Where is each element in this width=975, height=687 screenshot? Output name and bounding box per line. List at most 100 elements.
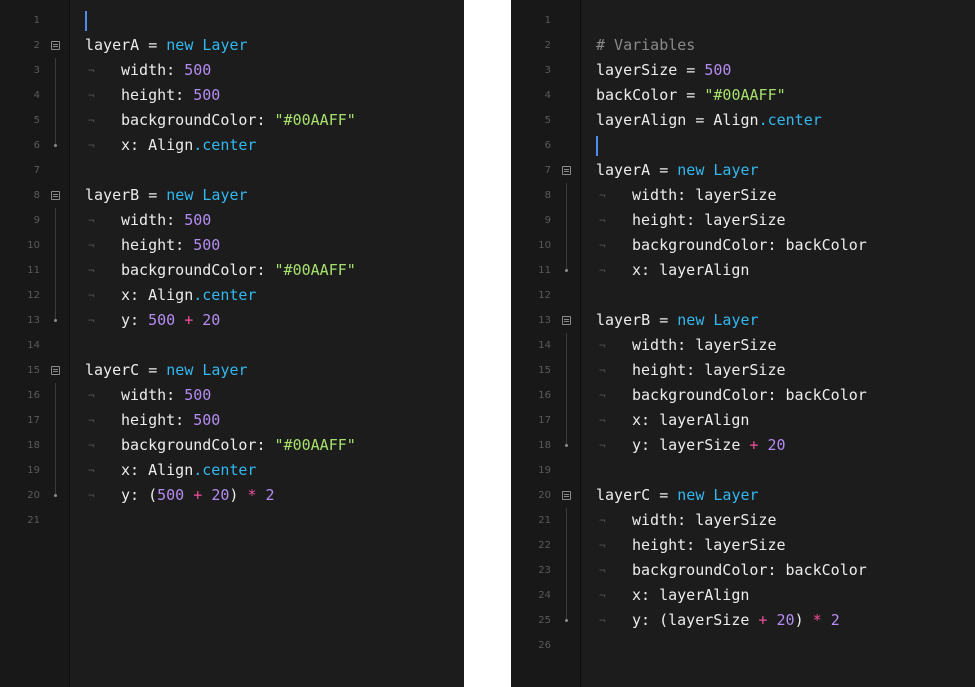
fold-marker-icon[interactable] (51, 191, 60, 200)
code-text[interactable]: width: layerSize (632, 508, 777, 533)
code-line[interactable]: 3 layerSize = 500 (511, 58, 975, 83)
code-text[interactable]: layerB = new Layer (85, 183, 248, 208)
code-line[interactable]: 1 (511, 8, 975, 33)
fold-end-dot-icon (54, 319, 57, 322)
left-code-editor[interactable]: 1 2 layerA = new Layer 3 ¬ width: 500 4 ¬ height… (0, 0, 464, 687)
code-line[interactable]: 17 ¬ height: 500 (0, 408, 464, 433)
code-line[interactable]: 7 layerA = new Layer (511, 158, 975, 183)
code-line[interactable]: 11 ¬ x: layerAlign (511, 258, 975, 283)
code-text[interactable]: width: 500 (121, 208, 211, 233)
code-text[interactable]: layerC = new Layer (596, 483, 759, 508)
code-line[interactable]: 13 ¬ y: 500 + 20 (0, 308, 464, 333)
code-lines[interactable]: 1 2 # Variables 3 layerSize = 500 4 backColor … (511, 8, 975, 658)
code-text[interactable]: y: (layerSize + 20) * 2 (632, 608, 840, 633)
code-line[interactable]: 10 ¬ height: 500 (0, 233, 464, 258)
code-line[interactable]: 19 ¬ x: Align.center (0, 458, 464, 483)
code-line[interactable]: 9 ¬ width: 500 (0, 208, 464, 233)
code-text[interactable]: height: layerSize (632, 533, 786, 558)
code-line[interactable]: 8 ¬ width: layerSize (511, 183, 975, 208)
code-line[interactable]: 21 ¬ width: layerSize (511, 508, 975, 533)
code-text[interactable]: layerSize = 500 (596, 58, 731, 83)
code-text[interactable]: width: layerSize (632, 183, 777, 208)
code-text[interactable]: backgroundColor: "#00AAFF" (121, 108, 356, 133)
code-line[interactable]: 18 ¬ y: layerSize + 20 (511, 433, 975, 458)
code-line[interactable]: 3 ¬ width: 500 (0, 58, 464, 83)
code-text[interactable]: width: layerSize (632, 333, 777, 358)
code-text[interactable]: backgroundColor: "#00AAFF" (121, 433, 356, 458)
code-text[interactable]: x: layerAlign (632, 583, 749, 608)
code-line[interactable]: 5 ¬ backgroundColor: "#00AAFF" (0, 108, 464, 133)
code-line[interactable]: 18 ¬ backgroundColor: "#00AAFF" (0, 433, 464, 458)
code-line[interactable]: 23 ¬ backgroundColor: backColor (511, 558, 975, 583)
code-line[interactable]: 5 layerAlign = Align.center (511, 108, 975, 133)
code-text[interactable]: x: Align.center (121, 283, 256, 308)
code-text[interactable]: x: Align.center (121, 133, 256, 158)
code-line[interactable]: 2 layerA = new Layer (0, 33, 464, 58)
line-number: 17 (538, 415, 551, 426)
code-line[interactable]: 16 ¬ backgroundColor: backColor (511, 383, 975, 408)
fold-marker-icon[interactable] (562, 491, 571, 500)
code-line[interactable]: 20 ¬ y: (500 + 20) * 2 (0, 483, 464, 508)
code-line[interactable]: 19 (511, 458, 975, 483)
code-lines[interactable]: 1 2 layerA = new Layer 3 ¬ width: 500 4 ¬ height… (0, 8, 464, 533)
code-text[interactable]: backColor = "#00AAFF" (596, 83, 786, 108)
code-text[interactable]: y: layerSize + 20 (632, 433, 786, 458)
code-line[interactable]: 17 ¬ x: layerAlign (511, 408, 975, 433)
fold-marker-icon[interactable] (562, 166, 571, 175)
code-text[interactable]: width: 500 (121, 383, 211, 408)
code-text[interactable]: layerA = new Layer (85, 33, 248, 58)
code-text[interactable]: backgroundColor: backColor (632, 383, 867, 408)
code-line[interactable]: 21 (0, 508, 464, 533)
code-token: 500 (148, 311, 176, 329)
code-line[interactable]: 14 ¬ width: layerSize (511, 333, 975, 358)
code-text[interactable]: layerC = new Layer (85, 358, 248, 383)
code-text[interactable]: height: layerSize (632, 358, 786, 383)
right-code-editor[interactable]: 1 2 # Variables 3 layerSize = 500 4 backColor … (511, 0, 975, 687)
code-line[interactable]: 1 (0, 8, 464, 33)
code-line[interactable]: 12 ¬ x: Align.center (0, 283, 464, 308)
code-line[interactable]: 11 ¬ backgroundColor: "#00AAFF" (0, 258, 464, 283)
code-text[interactable]: y: 500 + 20 (121, 308, 220, 333)
code-text[interactable]: y: (500 + 20) * 2 (121, 483, 275, 508)
code-line[interactable]: 15 ¬ height: layerSize (511, 358, 975, 383)
code-line[interactable]: 10 ¬ backgroundColor: backColor (511, 233, 975, 258)
code-line[interactable]: 4 backColor = "#00AAFF" (511, 83, 975, 108)
code-text[interactable]: layerA = new Layer (596, 158, 759, 183)
code-text[interactable]: height: 500 (121, 233, 220, 258)
code-line[interactable]: 7 (0, 158, 464, 183)
code-line[interactable]: 9 ¬ height: layerSize (511, 208, 975, 233)
code-line[interactable]: 15 layerC = new Layer (0, 358, 464, 383)
fold-end-dot-icon (54, 494, 57, 497)
code-text[interactable]: height: layerSize (632, 208, 786, 233)
code-line[interactable]: 13 layerB = new Layer (511, 308, 975, 333)
code-text[interactable]: backgroundColor: "#00AAFF" (121, 258, 356, 283)
fold-marker-icon[interactable] (51, 41, 60, 50)
code-line[interactable]: 26 (511, 633, 975, 658)
code-text[interactable]: # Variables (596, 33, 695, 58)
code-line[interactable]: 2 # Variables (511, 33, 975, 58)
code-line[interactable]: 24 ¬ x: layerAlign (511, 583, 975, 608)
code-text[interactable]: width: 500 (121, 58, 211, 83)
code-text[interactable]: x: layerAlign (632, 258, 749, 283)
code-line[interactable]: 8 layerB = new Layer (0, 183, 464, 208)
code-text[interactable]: height: 500 (121, 408, 220, 433)
code-token: backgroundColor: (121, 436, 275, 454)
code-text[interactable]: layerB = new Layer (596, 308, 759, 333)
code-text[interactable]: backgroundColor: backColor (632, 233, 867, 258)
code-line[interactable]: 16 ¬ width: 500 (0, 383, 464, 408)
code-line[interactable]: 20 layerC = new Layer (511, 483, 975, 508)
code-line[interactable]: 14 (0, 333, 464, 358)
code-line[interactable]: 25 ¬ y: (layerSize + 20) * 2 (511, 608, 975, 633)
code-text[interactable]: layerAlign = Align.center (596, 108, 822, 133)
code-line[interactable]: 6 (511, 133, 975, 158)
code-text[interactable]: x: layerAlign (632, 408, 749, 433)
code-text[interactable]: backgroundColor: backColor (632, 558, 867, 583)
code-line[interactable]: 6 ¬ x: Align.center (0, 133, 464, 158)
fold-marker-icon[interactable] (51, 366, 60, 375)
code-line[interactable]: 4 ¬ height: 500 (0, 83, 464, 108)
code-text[interactable]: height: 500 (121, 83, 220, 108)
code-line[interactable]: 12 (511, 283, 975, 308)
code-line[interactable]: 22 ¬ height: layerSize (511, 533, 975, 558)
fold-marker-icon[interactable] (562, 316, 571, 325)
code-text[interactable]: x: Align.center (121, 458, 256, 483)
